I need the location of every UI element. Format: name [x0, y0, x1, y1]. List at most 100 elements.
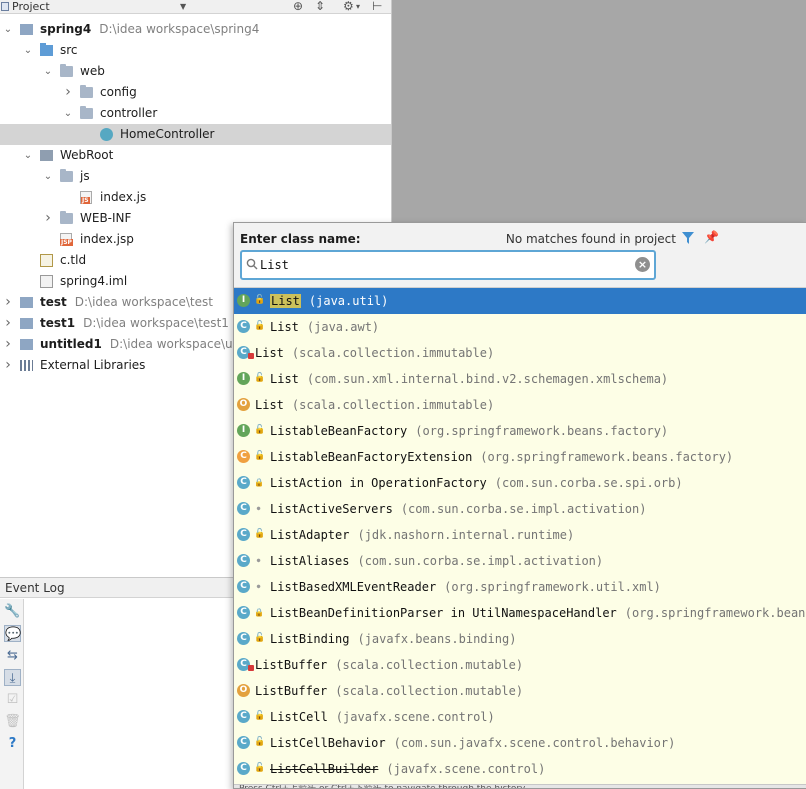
result-class-name: List — [270, 372, 299, 386]
result-class-name: ListBinding — [270, 632, 350, 646]
tree-item-path: D:\idea workspace\un — [109, 337, 241, 351]
chevron-right-icon[interactable]: › — [2, 292, 14, 313]
result-class-name: ListableBeanFactoryExtension — [270, 450, 473, 464]
balloon-icon[interactable]: 💬 — [4, 625, 21, 642]
result-item[interactable]: C ● ListActiveServers (com.sun.corba.se.imp… — [234, 496, 806, 522]
popup-footer-hint: Press Ctrl+上箭头 or Ctrl+下箭头 to navigate t… — [234, 784, 806, 788]
result-class-name: ListCell — [270, 710, 328, 724]
result-item[interactable]: C 🔓 ListCellBuilder (javafx.scene.control) — [234, 756, 806, 782]
chevron-down-icon[interactable]: ⌄ — [22, 145, 34, 166]
interface-icon: I — [237, 424, 250, 437]
class-icon: C — [237, 320, 250, 333]
result-item[interactable]: I 🔓 List (java.util) — [234, 288, 806, 314]
project-panel-title[interactable]: Project — [12, 0, 50, 13]
source-folder-icon — [40, 43, 53, 56]
result-class-name: ListAliases — [270, 554, 350, 568]
result-package: (scala.collection.mutable) — [335, 658, 524, 672]
tree-item[interactable]: index.js — [0, 187, 391, 208]
event-log-title[interactable]: Event Log — [5, 581, 65, 595]
class-icon: C — [237, 710, 250, 723]
scroll-to-end-icon[interactable]: ⤓ — [4, 669, 21, 686]
tree-item[interactable]: ⌄ web — [0, 61, 391, 82]
result-item[interactable]: C 🔓 ListCell (javafx.scene.control) — [234, 704, 806, 730]
mark-read-icon[interactable]: ☑ — [4, 691, 21, 708]
result-class-name: ListBeanDefinitionParser in UtilNamespac… — [270, 606, 617, 620]
collapse-all-icon[interactable]: ⇕ — [315, 0, 325, 13]
module-icon — [20, 339, 33, 350]
result-item[interactable]: C 🔓 List (java.awt) — [234, 314, 806, 340]
filter-icon[interactable] — [681, 231, 695, 245]
chevron-right-icon[interactable]: › — [2, 355, 14, 376]
tree-item-label: config — [100, 85, 137, 99]
search-box: × — [240, 250, 656, 280]
result-item[interactable]: C 🔓 ListBinding (javafx.beans.binding) — [234, 626, 806, 652]
result-package: (com.sun.xml.internal.bind.v2.schemagen.… — [306, 372, 669, 386]
result-item[interactable]: C 🔓 ListAdapter (jdk.nashorn.internal.runti… — [234, 522, 806, 548]
scroll-from-source-icon[interactable]: ⊕ — [293, 0, 303, 13]
chevron-right-icon[interactable]: › — [2, 334, 14, 355]
result-package: (scala.collection.mutable) — [335, 684, 524, 698]
hide-panel-icon[interactable]: ⊢ — [372, 0, 382, 13]
chevron-down-icon[interactable]: ⌄ — [42, 61, 54, 82]
chevron-down-icon[interactable]: ⌄ — [2, 19, 14, 40]
chevron-right-icon[interactable]: › — [42, 208, 54, 229]
result-class-name: ListActiveServers — [270, 502, 393, 516]
chevron-down-icon[interactable]: ⌄ — [22, 40, 34, 61]
scala-icon — [248, 353, 254, 359]
result-item[interactable]: C 🔒 ListBeanDefinitionParser in UtilNamesp… — [234, 600, 806, 626]
result-package: (org.springframework.beans.f — [624, 606, 806, 620]
pin-icon[interactable]: 📌 — [704, 230, 719, 244]
tree-item[interactable]: ⌄ spring4 D:\idea workspace\spring4 — [0, 19, 391, 40]
private-lock-icon: 🔒 — [254, 608, 264, 617]
scala-icon — [248, 665, 254, 671]
tree-item[interactable]: ⌄ controller — [0, 103, 391, 124]
result-item[interactable]: I 🔓 List (com.sun.xml.internal.bind.v2.sche… — [234, 366, 806, 392]
result-package: (java.util) — [308, 294, 389, 308]
result-item[interactable]: C 🔓 ListCellBehavior (com.sun.javafx.scene.… — [234, 730, 806, 756]
result-item[interactable]: C ListBuffer (scala.collection.mutable) — [234, 652, 806, 678]
tree-item[interactable]: ⌄ WebRoot — [0, 145, 391, 166]
result-item[interactable]: C ● ListBasedXMLEventReader (org.springfram… — [234, 574, 806, 600]
soft-wrap-icon[interactable]: ⇆ — [4, 647, 21, 664]
chevron-right-icon[interactable]: › — [62, 82, 74, 103]
tree-item-label: WEB-INF — [80, 211, 132, 225]
result-item[interactable]: C List (scala.collection.immutable) — [234, 340, 806, 366]
result-item[interactable]: C 🔒 ListAction in OperationFactory (com.sun… — [234, 470, 806, 496]
tree-item[interactable]: › config — [0, 82, 391, 103]
project-view-icon — [1, 2, 9, 11]
wrench-icon[interactable]: 🔧 — [4, 603, 21, 620]
match-highlight: List — [270, 294, 301, 308]
class-name-input[interactable] — [260, 255, 630, 275]
view-dropdown-icon[interactable]: ▼ — [180, 0, 186, 13]
js-file-icon — [80, 191, 92, 204]
result-class-name: List — [270, 320, 299, 334]
chevron-down-icon[interactable]: ⌄ — [42, 166, 54, 187]
result-item[interactable]: C ● ListAliases (com.sun.corba.se.impl.acti… — [234, 548, 806, 574]
popup-status: No matches found in project — [505, 232, 676, 246]
folder-icon — [60, 211, 73, 224]
result-class-name: ListableBeanFactory — [270, 424, 408, 438]
result-item[interactable]: C 🔓 ListableBeanFactoryExtension (org.sprin… — [234, 444, 806, 470]
settings-gear-icon[interactable]: ⚙ — [343, 0, 354, 13]
tree-item-label: test — [40, 295, 67, 309]
result-item[interactable]: O ListBuffer (scala.collection.mutable) — [234, 678, 806, 704]
tree-item-label: web — [80, 64, 105, 78]
tree-item[interactable]: ⌄ src — [0, 40, 391, 61]
web-folder-icon — [40, 150, 53, 161]
clear-icon[interactable]: × — [635, 257, 650, 272]
tree-item[interactable]: HomeController — [0, 124, 391, 145]
result-item[interactable]: I 🔓 ListableBeanFactory (org.springframewor… — [234, 418, 806, 444]
class-icon: C — [237, 762, 250, 775]
tree-item[interactable]: ⌄ js — [0, 166, 391, 187]
help-icon[interactable]: ? — [4, 735, 21, 752]
settings-dropdown-icon[interactable]: ▾ — [356, 0, 360, 13]
public-visibility-icon: 🔓 — [254, 763, 266, 773]
result-package: (com.sun.javafx.scene.control.behavior) — [393, 736, 676, 750]
result-item[interactable]: O List (scala.collection.immutable) — [234, 392, 806, 418]
result-class-name: ListBuffer — [255, 684, 328, 698]
trash-icon[interactable]: 🗑 — [4, 713, 21, 730]
chevron-down-icon[interactable]: ⌄ — [62, 103, 74, 124]
chevron-right-icon[interactable]: › — [2, 313, 14, 334]
tree-item-label: untitled1 — [40, 337, 102, 351]
interface-icon: I — [237, 294, 250, 307]
